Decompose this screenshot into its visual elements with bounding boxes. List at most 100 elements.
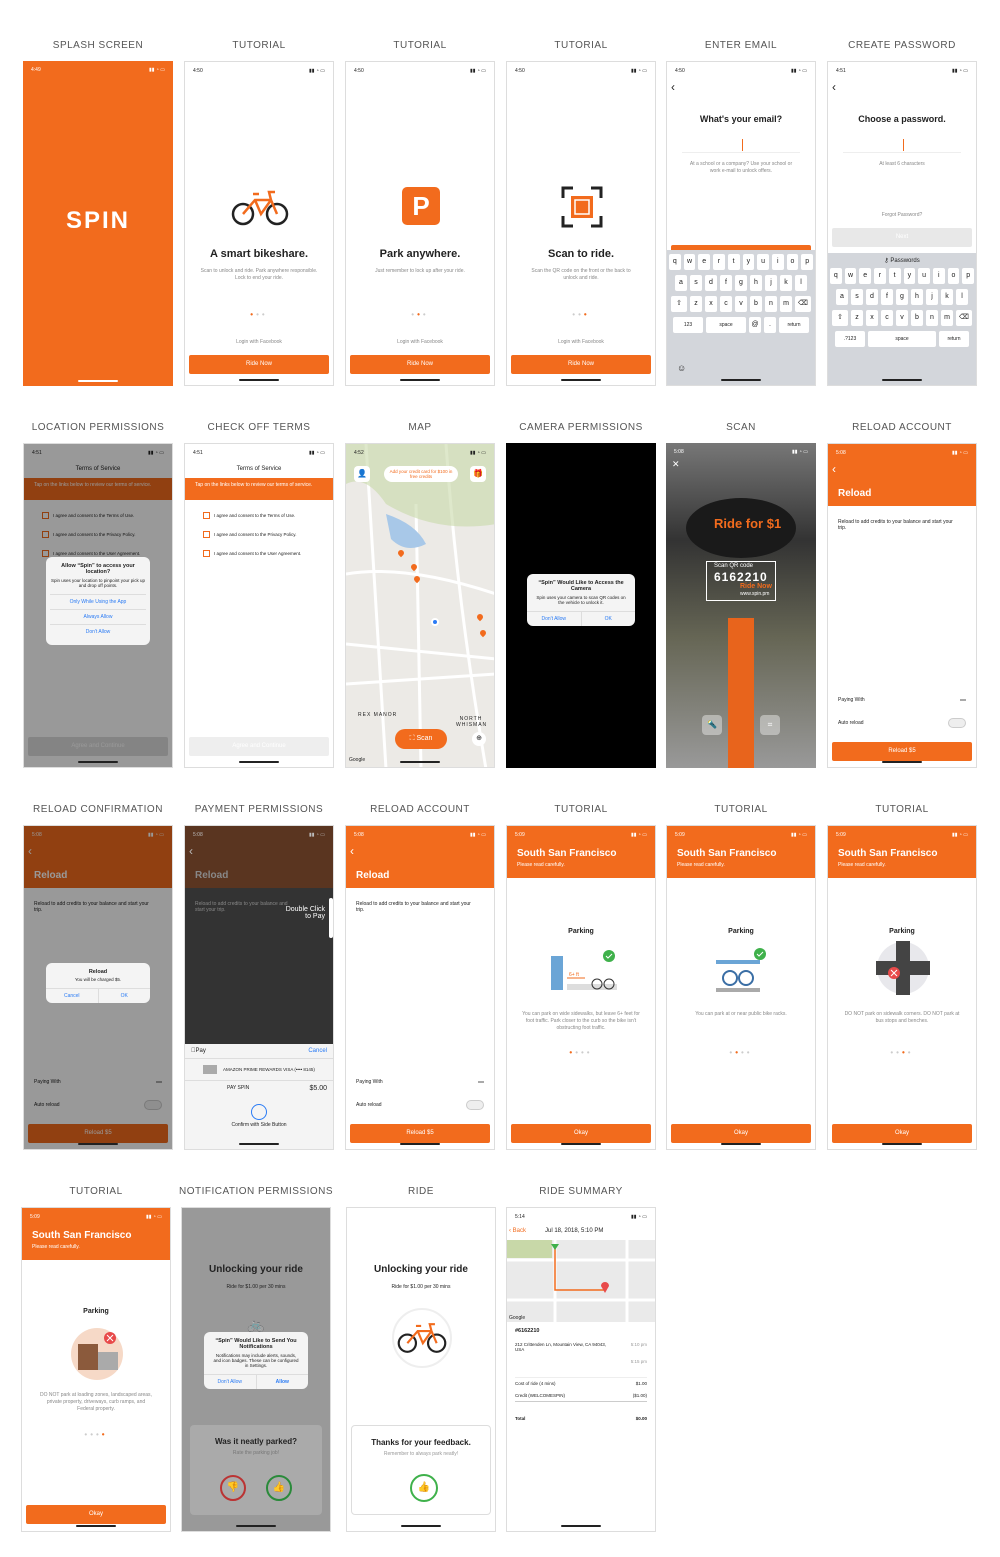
key-space[interactable]: space xyxy=(706,317,746,333)
key-c[interactable]: c xyxy=(720,296,732,312)
key-m[interactable]: m xyxy=(780,296,792,312)
okay-button[interactable]: Okay xyxy=(26,1505,166,1524)
back-chevron-icon[interactable]: ‹ xyxy=(832,80,836,94)
recenter-button[interactable]: ⊕ xyxy=(472,732,486,746)
ok-button[interactable]: OK xyxy=(99,989,151,1003)
key-t[interactable]: t xyxy=(727,254,740,270)
ride-now-button[interactable]: Ride Now xyxy=(511,355,651,374)
apple-pay-icon[interactable] xyxy=(960,699,966,701)
key-i[interactable]: i xyxy=(771,254,784,270)
key-r[interactable]: r xyxy=(713,254,725,270)
key-d[interactable]: d xyxy=(705,275,717,291)
key-w[interactable]: w xyxy=(844,268,857,284)
email-field[interactable] xyxy=(682,137,800,153)
key-l[interactable]: l xyxy=(795,275,807,291)
terms-of-use-link[interactable]: I agree and consent to the Terms of Use. xyxy=(214,513,295,518)
emoji-icon[interactable]: ☺ xyxy=(677,363,686,373)
key-q[interactable]: q xyxy=(829,268,842,284)
key-d[interactable]: d xyxy=(866,289,878,305)
back-chevron-icon[interactable]: ‹ xyxy=(671,80,675,94)
key-f[interactable]: f xyxy=(720,275,732,291)
card-row[interactable]: AMAZON PRIME REWARDS VISA (•••• 8145) xyxy=(185,1058,333,1081)
key-123[interactable]: .?123 xyxy=(835,331,865,347)
key-y[interactable]: y xyxy=(742,254,755,270)
key-q[interactable]: q xyxy=(668,254,681,270)
key-f[interactable]: f xyxy=(881,289,893,305)
flashlight-button[interactable]: 🔦 xyxy=(702,715,722,735)
key-at[interactable]: @ xyxy=(749,317,761,333)
back-chevron-icon[interactable]: ‹ xyxy=(832,462,836,476)
okay-button[interactable]: Okay xyxy=(832,1124,972,1143)
cancel-button[interactable]: Cancel xyxy=(308,1048,327,1054)
key-n[interactable]: n xyxy=(926,310,938,326)
agree-continue-button[interactable]: Agree and Continue xyxy=(189,737,329,756)
gift-button[interactable]: 🎁 xyxy=(470,466,486,482)
while-using-button[interactable]: Only While Using the App xyxy=(50,594,146,609)
key-s[interactable]: s xyxy=(851,289,863,305)
key-return[interactable]: return xyxy=(939,331,969,347)
key-y[interactable]: y xyxy=(903,268,916,284)
thumbs-up-button[interactable]: 👍 xyxy=(266,1475,292,1501)
key-n[interactable]: n xyxy=(765,296,777,312)
key-x[interactable]: x xyxy=(866,310,878,326)
dont-allow-button[interactable]: Don't Allow xyxy=(50,624,146,639)
key-b[interactable]: b xyxy=(911,310,923,326)
allow-button[interactable]: Allow xyxy=(257,1375,309,1389)
passwords-autofill[interactable]: ⚷ Passwords xyxy=(830,257,974,264)
key-k[interactable]: k xyxy=(780,275,792,291)
keypad-button[interactable]: ⌗ xyxy=(760,715,780,735)
key-v[interactable]: v xyxy=(735,296,747,312)
ride-now-button[interactable]: Ride Now xyxy=(350,355,490,374)
facebook-login-link[interactable]: Login with Facebook xyxy=(185,339,333,346)
key-dot[interactable]: . xyxy=(764,317,776,333)
next-button[interactable]: Next xyxy=(832,228,972,247)
key-v[interactable]: v xyxy=(896,310,908,326)
back-chevron-icon[interactable]: ‹ xyxy=(350,844,354,858)
close-icon[interactable]: ✕ xyxy=(672,459,680,470)
key-p[interactable]: p xyxy=(962,268,975,284)
key-u[interactable]: u xyxy=(918,268,930,284)
key-g[interactable]: g xyxy=(896,289,908,305)
key-k[interactable]: k xyxy=(941,289,953,305)
user-agreement-link[interactable]: I agree and consent to the User Agreemen… xyxy=(214,551,301,556)
key-t[interactable]: t xyxy=(888,268,901,284)
key-e[interactable]: e xyxy=(698,254,711,270)
key-r[interactable]: r xyxy=(874,268,886,284)
dont-allow-button[interactable]: Don't Allow xyxy=(527,612,582,626)
key-123[interactable]: 123 xyxy=(673,317,703,333)
key-z[interactable]: z xyxy=(690,296,702,312)
key-m[interactable]: m xyxy=(941,310,953,326)
keyboard[interactable]: qwertyuiopasdfghjkl ⇧ z x c v b n m ⌫ 123 space @.… xyxy=(667,250,815,385)
key-o[interactable]: o xyxy=(786,254,799,270)
apple-pay-icon[interactable] xyxy=(478,1081,484,1083)
back-button[interactable]: ‹ Back xyxy=(509,1228,526,1234)
always-allow-button[interactable]: Always Allow xyxy=(50,609,146,624)
key-u[interactable]: u xyxy=(757,254,769,270)
key-a[interactable]: a xyxy=(675,275,687,291)
forgot-password-link[interactable]: Forgot Password? xyxy=(828,212,976,219)
password-field[interactable] xyxy=(843,137,961,153)
key-c[interactable]: c xyxy=(881,310,893,326)
okay-button[interactable]: Okay xyxy=(671,1124,811,1143)
terms-checkbox[interactable] xyxy=(203,512,210,519)
key-j[interactable]: j xyxy=(926,289,938,305)
privacy-policy-link[interactable]: I agree and consent to the Privacy Polic… xyxy=(214,532,296,537)
auto-reload-toggle[interactable] xyxy=(948,718,966,728)
key-x[interactable]: x xyxy=(705,296,717,312)
key-l[interactable]: l xyxy=(956,289,968,305)
reload-button[interactable]: Reload $5 xyxy=(832,742,972,761)
key-space[interactable]: space xyxy=(868,331,936,347)
key-a[interactable]: a xyxy=(836,289,848,305)
keyboard[interactable]: ⚷ Passwords qwertyuiopasdfghjkl ⇧ z x c v b n m… xyxy=(828,253,976,385)
ok-button[interactable]: OK xyxy=(582,612,636,626)
facebook-login-link[interactable]: Login with Facebook xyxy=(346,339,494,346)
ride-now-button[interactable]: Ride Now xyxy=(189,355,329,374)
key-o[interactable]: o xyxy=(947,268,960,284)
facebook-login-link[interactable]: Login with Facebook xyxy=(507,339,655,346)
key-j[interactable]: j xyxy=(765,275,777,291)
key-b[interactable]: b xyxy=(750,296,762,312)
reload-button[interactable]: Reload $5 xyxy=(350,1124,490,1143)
key-i[interactable]: i xyxy=(932,268,945,284)
key-e[interactable]: e xyxy=(859,268,872,284)
okay-button[interactable]: Okay xyxy=(511,1124,651,1143)
